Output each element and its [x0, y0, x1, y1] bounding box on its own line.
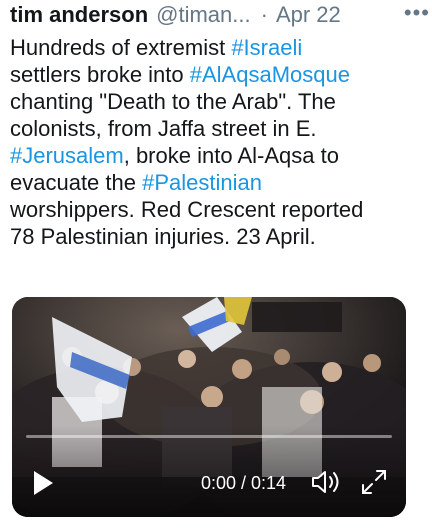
hashtag-link[interactable]: #Palestinian — [142, 170, 262, 195]
header-separator: · — [260, 2, 268, 27]
tweet-text-line: worshippers. Red Crescent reported — [10, 196, 422, 223]
tweet-text-segment: worshippers. Red Crescent reported — [10, 197, 364, 222]
author-name[interactable]: tim anderson — [10, 0, 148, 30]
tweet-text-line: settlers broke into #AlAqsaMosque — [10, 61, 422, 88]
tweet-text-segment: evacuate the — [10, 170, 143, 195]
tweet-text-segment: colonists, from Jaffa street in E. — [10, 116, 317, 141]
more-horizontal-icon[interactable]: ••• — [404, 0, 430, 30]
tweet-text-segment: , broke into Al-Aqsa to — [123, 143, 339, 168]
video-progress-bar[interactable] — [26, 435, 392, 438]
hashtag-link[interactable]: #Israeli — [231, 35, 302, 60]
tweet-text-line: colonists, from Jaffa street in E. — [10, 115, 422, 142]
tweet-text-line: chanting "Death to the Arab". The — [10, 88, 422, 115]
fullscreen-button[interactable] — [360, 468, 388, 496]
tweet-text: Hundreds of extremist #Israeli settlers b… — [10, 34, 422, 250]
tweet-header: tim anderson @timan... · Apr 22 — [10, 0, 422, 30]
tweet-text-line: evacuate the #Palestinian — [10, 169, 422, 196]
tweet-text-line: 78 Palestinian injuries. 23 April. — [10, 223, 422, 250]
hashtag-link[interactable]: #AlAqsaMosque — [190, 62, 350, 87]
tweet-text-line: Hundreds of extremist #Israeli — [10, 34, 422, 61]
tweet-text-segment: settlers broke into — [10, 62, 190, 87]
play-button[interactable] — [32, 470, 54, 496]
play-icon — [34, 471, 53, 495]
hashtag-link[interactable]: #Jerusalem — [10, 143, 124, 168]
author-handle[interactable]: @timan... — [156, 0, 250, 30]
volume-icon — [312, 471, 339, 493]
tweet-date[interactable]: Apr 22 — [276, 0, 341, 30]
volume-button[interactable] — [310, 469, 340, 495]
tweet-text-segment: Hundreds of extremist — [10, 35, 232, 60]
video-time: 0:00 / 0:14 — [201, 473, 287, 493]
tweet-text-segment: 78 Palestinian injuries. 23 April. — [10, 224, 316, 249]
fullscreen-expand-icon — [362, 470, 386, 494]
tweet-text-segment: chanting "Death to the Arab". The — [10, 89, 336, 114]
tweet-text-line: #Jerusalem, broke into Al-Aqsa to — [10, 142, 422, 169]
video-player[interactable]: 0:00 / 0:14 — [12, 297, 406, 517]
